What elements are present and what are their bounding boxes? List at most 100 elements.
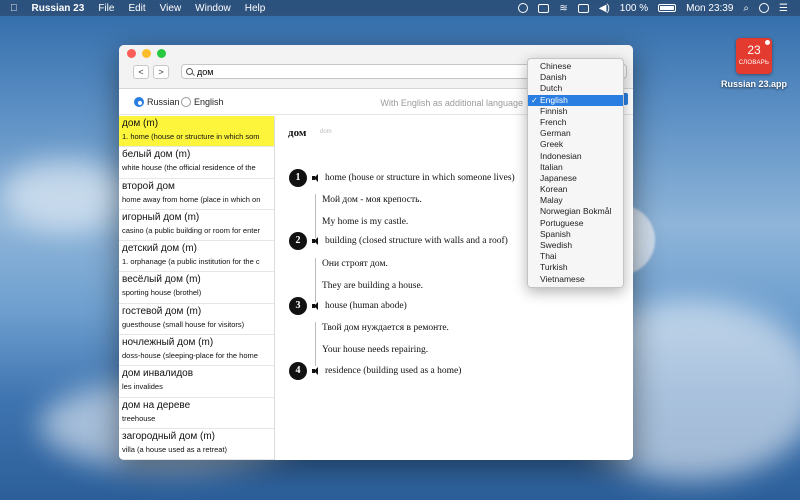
list-item[interactable]: весёлый дом (m) sporting house (brothel) [119,272,274,304]
additional-language-dropdown[interactable]: Chinese Danish Dutch English Finnish Fre… [527,58,624,288]
list-item[interactable]: гостевой дом (m) guesthouse (small house… [119,304,274,336]
dropdown-option[interactable]: Chinese [528,61,623,72]
dropdown-option[interactable]: Danish [528,72,623,83]
dropdown-option[interactable]: Dutch [528,83,623,94]
list-item[interactable]: детский дом (m) 1. orphanage (a public i… [119,241,274,273]
dropdown-option[interactable]: Thai [528,251,623,262]
list-item[interactable]: белый дом (m) white house (the official … [119,147,274,179]
menu-window[interactable]: Window [195,3,231,14]
dropdown-option[interactable]: Japanese [528,173,623,184]
dropdown-option[interactable]: Greek [528,139,623,150]
list-item[interactable]: загородный дом (m) villa (a house used a… [119,429,274,460]
example-russian: Твой дом нуждается в ремонте. [322,323,449,333]
speaker-icon[interactable] [312,237,320,245]
speaker-icon[interactable] [312,367,320,375]
list-item-gloss: doss-house (sleeping-place for the home [122,351,258,361]
list-item-gloss: guesthouse (small house for visitors) [122,319,245,329]
list-item-word: весёлый дом (m) [122,274,201,286]
clock[interactable]: Mon 23:39 [686,3,733,14]
example-3: Твой дом нуждается в ремонте. Your house… [315,322,449,366]
list-item-word: ночлежный дом (m) [122,337,214,349]
list-item-gloss: sporting house (brothel) [122,288,202,298]
dropdown-option[interactable]: French [528,117,623,128]
dropdown-option[interactable]: Indonesian [528,151,623,162]
speaker-icon[interactable] [312,174,320,182]
sense-2: 2 building (closed structure with walls … [289,232,508,250]
dropdown-option[interactable]: Vietnamese [528,274,623,285]
radio-unselected-icon [181,97,191,107]
headword-transcription: dom [320,129,332,135]
sense-3: 3 house (human abode) [289,297,407,315]
list-item-word: гостевой дом (m) [122,305,202,317]
dropdown-option[interactable]: Norwegian Bokmål [528,206,623,217]
list-item-gloss: 1. home (house or structure in which som [122,132,260,141]
menu-edit[interactable]: Edit [128,3,145,14]
example-russian: Мой дом - моя крепость. [322,195,422,205]
dropdown-option[interactable]: Finnish [528,106,623,117]
list-item-gloss: home away from home (place in which on [122,194,261,204]
dropdown-option-selected[interactable]: English [528,94,623,106]
notification-center-icon[interactable]: ☰ [779,3,788,14]
battery-icon[interactable] [658,4,677,12]
wifi-icon[interactable]: ≋ [559,3,567,14]
messages-icon[interactable] [538,3,550,13]
battery-percent[interactable]: 100 % [620,3,648,14]
dropdown-option[interactable]: Turkish [528,262,623,273]
list-item-gloss: 1. orphanage (a public institution for t… [122,257,260,267]
airplay-icon[interactable] [577,3,589,13]
sense-number: 1 [289,169,307,187]
radio-english-label: English [194,97,224,107]
back-button[interactable]: < [133,65,149,79]
forward-button[interactable]: > [153,65,169,79]
sense-number: 2 [289,232,307,250]
sense-definition: residence (building used as a home) [325,366,462,376]
badge-dot-icon [765,40,770,45]
list-item[interactable]: второй дом home away from home (place in… [119,179,274,210]
list-item[interactable]: игорный дом (m) casino (a public buildin… [119,210,274,242]
dropdown-option[interactable]: Malay [528,195,623,206]
spotlight-icon[interactable]: ⌕ [743,3,749,14]
volume-icon[interactable]: ◀) [599,3,610,14]
sense-number: 3 [289,297,307,315]
results-list[interactable]: дом (m) 1. home (house or structure in w… [119,116,275,460]
dropdown-option[interactable]: German [528,128,623,139]
menu-view[interactable]: View [160,3,182,14]
dropdown-option[interactable]: Spanish [528,229,623,240]
example-2: Они строят дом. They are building a hous… [315,258,423,302]
menu-file[interactable]: File [98,3,114,14]
close-window-button[interactable] [127,49,136,58]
list-item[interactable]: дом (m) 1. home (house or structure in w… [119,116,274,148]
list-item-gloss: treehouse [122,413,156,423]
list-item-gloss: casino (a public building or room for en… [122,225,260,235]
maximize-window-button[interactable] [157,49,166,58]
app-icon-word: СЛОВАРЬ [738,60,770,66]
radio-english[interactable]: English [181,97,224,107]
creative-cloud-icon[interactable] [518,3,529,13]
speaker-icon[interactable] [312,302,320,310]
menu-help[interactable]: Help [245,3,266,14]
dropdown-option[interactable]: Swedish [528,240,623,251]
list-item-word: дом на дереве [122,399,191,411]
user-avatar-icon[interactable] [759,3,770,13]
list-item[interactable]: ночлежный дом (m) doss-house (sleeping-p… [119,335,274,367]
list-item-word: игорный дом (m) [122,211,200,223]
sense-1: 1 home (house or structure in which some… [289,169,515,187]
menubar:  Russian 23 File Edit View Window Help … [0,0,800,16]
menu-app-name[interactable]: Russian 23 [32,3,85,14]
minimize-window-button[interactable] [142,49,151,58]
list-item-word: детский дом (m) [122,243,197,255]
list-item-word: загородный дом (m) [122,430,215,442]
russian23-app-icon[interactable]: 23 СЛОВАРЬ [736,38,772,74]
dropdown-option[interactable]: Italian [528,162,623,173]
list-item-gloss: les invalides [122,382,163,392]
list-item[interactable]: дом на дереве treehouse [119,398,274,429]
dropdown-option[interactable]: Portuguese [528,218,623,229]
dropdown-option[interactable]: Korean [528,184,623,195]
radio-russian[interactable]: Russian [134,97,180,107]
app-icon-label[interactable]: Russian 23.app [716,79,792,89]
list-item[interactable]: дом инвалидов les invalides [119,366,274,398]
radio-russian-label: Russian [147,97,180,107]
example-russian: Они строят дом. [322,259,388,269]
apple-icon[interactable]:  [10,3,18,14]
radio-selected-icon [134,97,144,107]
